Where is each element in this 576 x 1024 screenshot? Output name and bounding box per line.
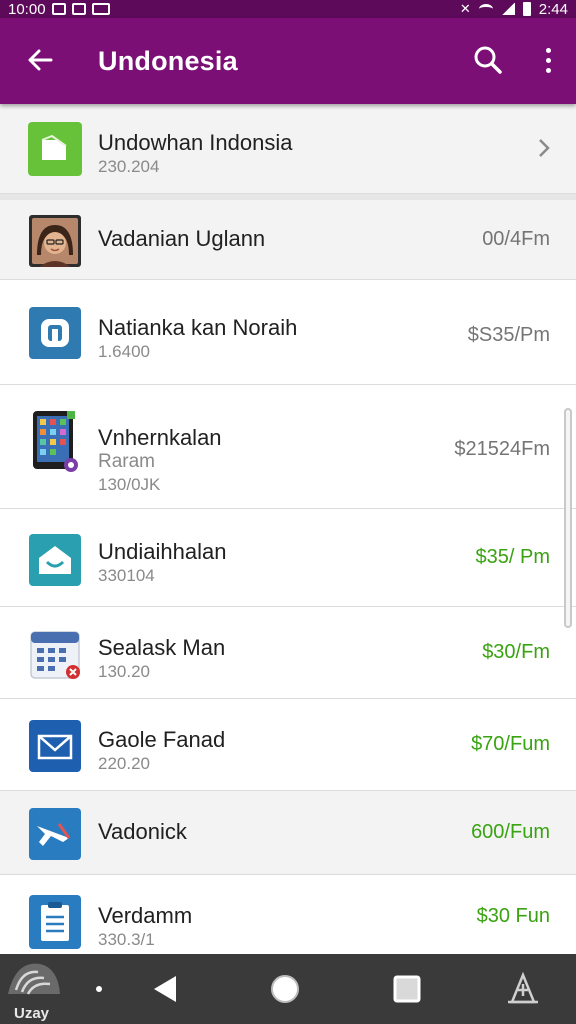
list-item-title: Gaole Fanad [98,727,226,752]
accessibility-button[interactable] [504,971,542,1006]
nav-recents-button[interactable] [392,974,422,1004]
scrollbar[interactable] [564,408,572,628]
back-button[interactable] [22,42,58,78]
clipboard-icon [28,895,82,949]
logo-text: Uzay [14,1005,50,1022]
nav-back-icon [154,976,176,1002]
list-item[interactable]: Vadanian Uglann 00/4Fm [0,194,576,280]
logo-graphic [8,963,60,995]
more-vert-icon [545,47,551,53]
list-item-price: $35/ Pm [475,546,550,568]
list-item-subtitle-secondary: 130/0JK [98,475,161,494]
list-item-subtitle: 230.204 [98,157,160,176]
page-title: Undonesia [98,46,238,76]
list-item-price: 00/4Fm [482,228,550,250]
signal-icon [500,3,515,15]
more-options-button[interactable] [536,42,560,78]
list-item-subtitle: 130.20 [98,662,150,681]
app-bar: Undonesia [0,18,576,104]
nav-recents-icon [393,975,421,1003]
list-item-subtitle: 1.6400 [98,342,150,361]
list-item-subtitle: 330104 [98,566,155,585]
list-item-title: Verdamm [98,903,193,928]
list-item-title: Sealask Man [98,635,226,660]
list-item-price: $70/Fum [471,733,550,755]
item-list: Undowhan Indonsia 230.204 Vadanian Uglan… [0,104,576,954]
accessibility-icon [508,971,538,1004]
list-item[interactable]: Vadonick 600/Fum [0,791,576,875]
wifi-icon [478,4,493,14]
tablet-icon [28,411,82,472]
status-right: ✕ 2:44 [460,0,568,18]
list-item-price: $30 Fun [476,905,550,927]
list-item-title: Vadonick [98,819,187,844]
list-item-price: 600/Fum [471,821,550,843]
status-left: 10:00 [8,0,110,18]
mute-icon: ✕ [459,1,471,16]
notification-box-icon [51,3,66,15]
app-square-icon [28,306,82,360]
list-item-subtitle: 220.20 [98,754,150,773]
list-item-price: $21524Fm [454,438,550,460]
list-item[interactable]: Natianka kan Noraih 1.6400 $S35/Pm [0,280,576,385]
mail-icon [28,719,82,773]
list-item-title: Undiaihhalan [98,539,227,564]
list-item[interactable]: Sealask Man 130.20 $30/Fm [0,607,576,699]
list-item-subtitle: Raram [98,451,156,472]
plane-icon [28,807,82,861]
nav-back-button[interactable] [150,972,184,1006]
avatar [28,214,82,268]
nav-home-icon [271,975,299,1003]
battery-icon [522,2,531,16]
nav-indicator-dot [96,986,102,992]
status-bar: 10:00 ✕ 2:44 [0,0,576,18]
sim-icon [71,3,86,15]
more-vert-dot [545,67,551,73]
list-item-title: Natianka kan Noraih [98,315,298,340]
search-button[interactable] [470,42,506,78]
list-item-title: Undowhan Indonsia [98,130,293,155]
folder-icon [28,122,82,176]
list-item-title: Vnhernkalan [98,425,222,450]
house-icon [28,533,82,587]
chevron-right-icon [536,136,552,160]
app-logo: Uzay [0,954,66,1024]
system-nav-bar: Uzay [0,954,576,1024]
calendar-icon [28,627,82,681]
list-item[interactable]: Gaole Fanad 220.20 $70/Fum [0,699,576,791]
list-item-title: Vadanian Uglann [98,226,266,251]
list-item[interactable]: Verdamm 330.3/1 $30 Fun [0,875,576,954]
more-vert-dot [545,57,551,63]
status-time-left: 10:00 [8,0,46,18]
list-item-price: $S35/Pm [467,324,550,346]
arrow-left-icon [28,49,53,71]
list-item[interactable]: Undowhan Indonsia 230.204 [0,104,576,194]
list-item-subtitle: 330.3/1 [98,930,155,949]
search-icon [474,46,502,74]
status-time-right: 2:44 [538,0,568,18]
nav-home-button[interactable] [268,972,302,1006]
list-item[interactable]: Undiaihhalan 330104 $35/ Pm [0,509,576,607]
usb-icon [91,3,110,15]
list-item[interactable]: Vnhernkalan Raram 130/0JK $21524Fm [0,385,576,509]
list-item-price: $30/Fm [482,641,550,663]
